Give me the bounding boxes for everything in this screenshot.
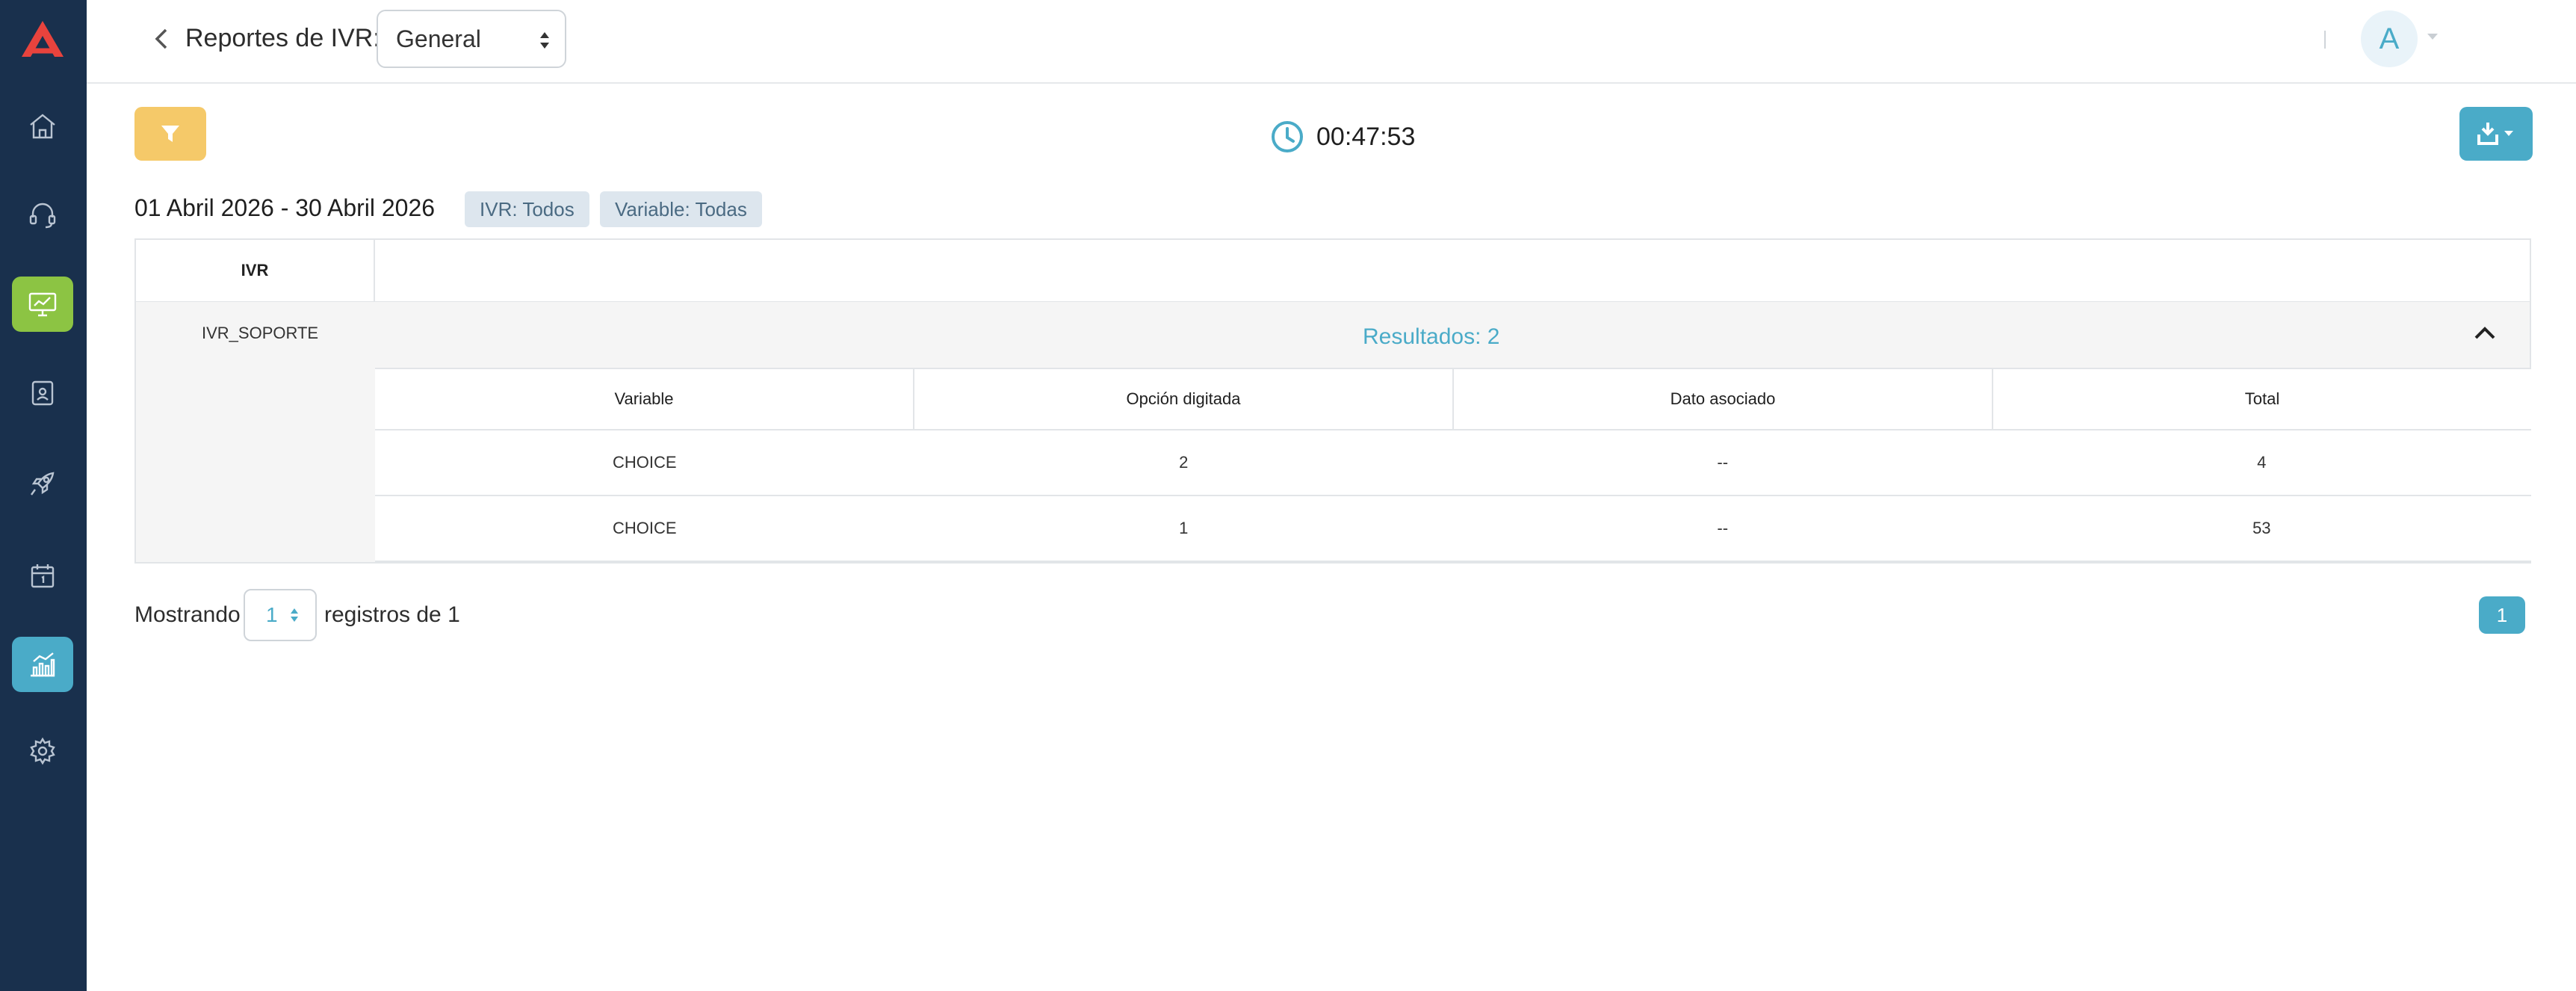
page-size-value: 1	[266, 603, 278, 626]
ivr-group-name: IVR_SOPORTE	[202, 324, 319, 342]
sidebar-item-reports[interactable]	[12, 637, 73, 692]
contacts-icon	[31, 380, 54, 406]
column-header-variable: Variable	[614, 389, 674, 408]
cell-total: 53	[2253, 519, 2271, 537]
header-divider	[2324, 31, 2326, 49]
cell-option: 1	[1179, 519, 1189, 537]
sidebar	[0, 0, 87, 991]
column-header-total: Total	[1992, 369, 2531, 429]
timer: 00:47:53	[1270, 120, 1415, 154]
cell-variable: CHOICE	[612, 453, 677, 472]
results-count: Resultados: 2	[1363, 324, 1500, 349]
filter-badge-variable: Variable: Todas	[600, 191, 762, 227]
top-header: Reportes de IVR: General A	[87, 0, 2576, 84]
back-button[interactable]	[146, 24, 176, 54]
report-type-value: General	[396, 25, 481, 52]
select-arrows-icon	[540, 32, 549, 49]
sidebar-item-campaigns[interactable]	[12, 456, 73, 511]
chevron-up-icon[interactable]	[2473, 324, 2497, 341]
table-row: CHOICE 2 -- 4	[375, 430, 2531, 496]
column-header-data: Dato asociado	[1452, 369, 1992, 429]
cell-data: --	[1717, 453, 1729, 472]
select-arrows-icon	[291, 608, 298, 622]
cell-total: 4	[2257, 453, 2267, 472]
column-header-option: Opción digitada	[913, 369, 1452, 429]
ivr-column-header: IVR	[134, 238, 375, 303]
cell-variable: CHOICE	[612, 519, 677, 537]
timer-value: 00:47:53	[1316, 122, 1416, 151]
monitor-icon	[28, 292, 57, 317]
filter-icon	[161, 126, 179, 142]
filter-badge-ivr: IVR: Todos	[465, 191, 589, 227]
date-range: 01 Abril 2026 - 30 Abril 2026	[134, 194, 436, 221]
chevron-left-icon	[155, 28, 167, 49]
page-size-select[interactable]: 1	[244, 589, 317, 641]
campaign-icon	[31, 472, 55, 496]
inner-table-header: Variable Opción digitada Dato asociado T…	[375, 368, 2531, 430]
page-button-current[interactable]: 1	[2479, 596, 2525, 634]
records-label: registros de 1	[324, 602, 460, 627]
cell-data: --	[1717, 519, 1729, 537]
sidebar-item-agents[interactable]	[12, 187, 73, 242]
filter-button[interactable]	[134, 107, 206, 161]
reports-chart-icon	[31, 652, 55, 677]
table-header-blank	[374, 238, 2531, 303]
user-avatar[interactable]: A	[2361, 10, 2418, 67]
sidebar-item-settings[interactable]	[12, 723, 73, 779]
settings-icon	[30, 737, 55, 765]
showing-label: Mostrando	[134, 602, 241, 627]
sidebar-item-contacts[interactable]	[12, 365, 73, 420]
download-icon	[2477, 123, 2513, 145]
home-icon	[30, 114, 55, 139]
sidebar-item-monitor[interactable]	[12, 277, 73, 332]
download-button[interactable]	[2459, 107, 2533, 161]
sidebar-item-calendar[interactable]	[12, 549, 73, 604]
page-title: Reportes de IVR:	[185, 24, 380, 52]
app-logo[interactable]	[19, 18, 66, 60]
clock-icon	[1272, 121, 1303, 152]
report-type-select[interactable]: General	[377, 10, 566, 68]
sidebar-item-home[interactable]	[12, 99, 73, 154]
cell-option: 2	[1179, 453, 1189, 472]
headset-icon	[29, 203, 56, 229]
chevron-down-icon[interactable]	[2427, 33, 2439, 40]
calendar-icon	[31, 564, 55, 588]
table-row: CHOICE 1 -- 53	[375, 496, 2531, 562]
